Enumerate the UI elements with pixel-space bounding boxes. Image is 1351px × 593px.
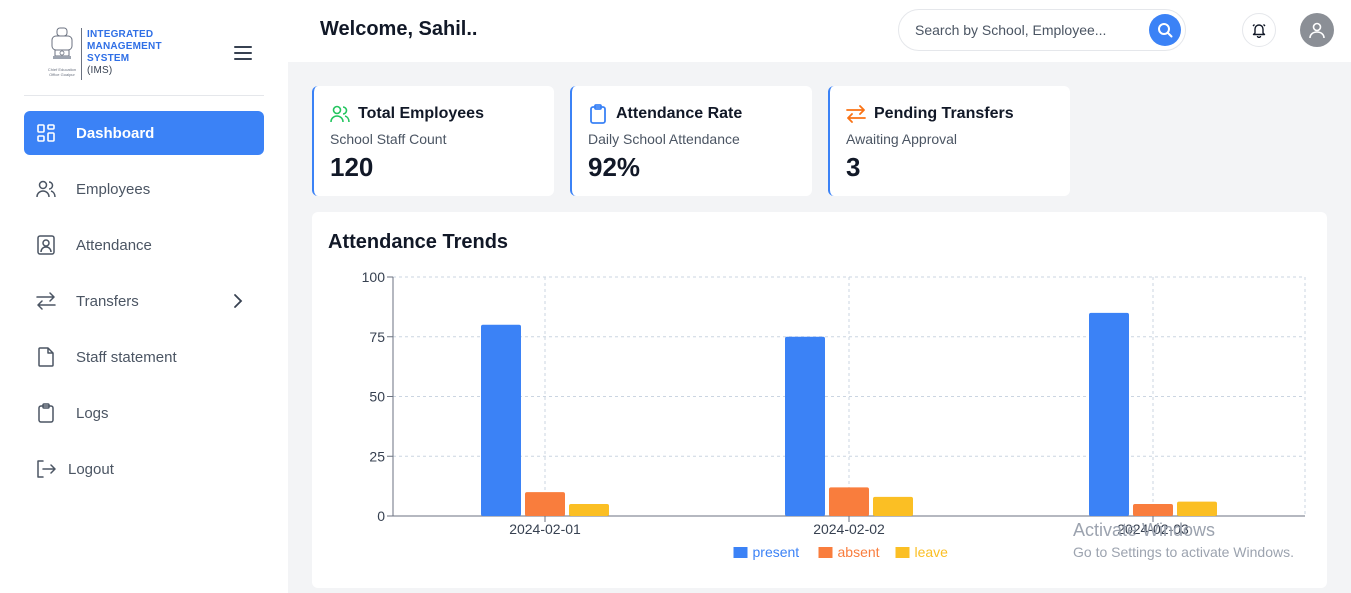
x-tick-label: 2024-02-02 [813, 521, 885, 537]
card-title: Total Employees [358, 105, 484, 122]
sidebar-item-employees[interactable]: Employees [24, 167, 264, 211]
y-tick-label: 0 [377, 508, 385, 524]
emblem-caption-2: Office Goalpur [49, 72, 75, 77]
card-value: 3 [846, 152, 861, 182]
sidebar-item-dashboard[interactable]: Dashboard [24, 111, 264, 155]
brand: Chief Education Office Goalpur INTEGRATE… [24, 14, 264, 96]
legend-label-present: present [753, 544, 800, 560]
bar-present [1089, 312, 1129, 516]
sidebar-item-logout[interactable]: Logout [24, 447, 264, 491]
brand-line-1: INTEGRATED [87, 29, 154, 40]
search-input[interactable] [915, 20, 1145, 40]
sidebar-item-label: Transfers [76, 292, 139, 310]
welcome-message: Welcome, Sahil.. [320, 18, 478, 40]
sidebar-item-label: Dashboard [76, 124, 155, 142]
card-title: Pending Transfers [874, 105, 1014, 122]
sidebar-item-transfers[interactable]: Transfers [24, 279, 264, 323]
brand-divider [81, 28, 82, 80]
legend-swatch-leave [895, 547, 910, 558]
card-subtitle: Daily School Attendance [588, 131, 740, 147]
y-tick-label: 25 [369, 448, 385, 464]
legend-swatch-present [733, 547, 748, 558]
card-subtitle: Awaiting Approval [846, 131, 958, 147]
sidebar-item-staff-statement[interactable]: Staff statement [24, 335, 264, 379]
stat-card-attendance-rate: Attendance Rate Daily School Attendance … [570, 86, 812, 196]
emblem-logo: Chief Education Office Goalpur [48, 27, 76, 77]
clipboard-icon [36, 403, 56, 423]
search-button[interactable] [1149, 14, 1181, 46]
watermark-subtitle: Go to Settings to activate Windows. [1073, 544, 1294, 560]
bar-absent [525, 492, 565, 516]
brand-line-4: (IMS) [87, 65, 113, 76]
bell-icon [1252, 24, 1266, 38]
top-header: Welcome, Sahil.. [288, 0, 1351, 62]
logout-icon [36, 459, 56, 479]
id-badge-icon [36, 235, 56, 255]
search-box [898, 9, 1186, 51]
sidebar-item-label: Logout [68, 460, 114, 478]
bar-present [481, 324, 521, 516]
sidebar-item-label: Employees [76, 180, 151, 198]
y-tick-label: 50 [369, 389, 385, 405]
watermark-title: Activate Windows [1073, 520, 1216, 540]
user-avatar[interactable] [1300, 13, 1334, 47]
sidebar-item-logs[interactable]: Logs [24, 391, 264, 435]
card-title: Attendance Rate [616, 105, 743, 122]
dashboard-grid-icon [36, 123, 56, 143]
transfer-arrows-icon [36, 291, 56, 311]
sidebar: Chief Education Office Goalpur INTEGRATE… [0, 0, 288, 593]
y-tick-label: 75 [369, 329, 385, 345]
file-icon [36, 347, 56, 367]
brand-line-2: MANAGEMENT [87, 41, 162, 52]
sidebar-nav: Dashboard Employees Attendance Transfers [24, 111, 264, 503]
activation-watermark: Activate Windows Go to Settings to activ… [1073, 520, 1294, 560]
bar-leave [569, 504, 609, 516]
users-icon [36, 179, 56, 199]
bar-leave [873, 496, 913, 516]
user-icon [1309, 22, 1325, 39]
stat-card-total-employees: Total Employees School Staff Count 120 [312, 86, 554, 196]
chevron-right-icon [234, 294, 243, 308]
bar-absent [829, 487, 869, 516]
notifications-button[interactable] [1242, 13, 1276, 47]
search-icon [1158, 23, 1173, 38]
bar-leave [1177, 501, 1217, 516]
menu-toggle-icon[interactable] [234, 46, 254, 62]
legend-swatch-absent [818, 547, 833, 558]
card-subtitle: School Staff Count [330, 131, 447, 147]
transfer-arrows-icon [846, 104, 866, 124]
users-icon [330, 104, 350, 124]
sidebar-item-label: Attendance [76, 236, 152, 254]
clipboard-icon [588, 104, 608, 124]
legend-label-absent: absent [838, 544, 880, 560]
brand-line-3: SYSTEM [87, 53, 130, 64]
legend-label-leave: leave [915, 544, 949, 560]
y-tick-label: 100 [362, 269, 386, 285]
card-value: 92% [588, 152, 641, 182]
stat-card-pending-transfers: Pending Transfers Awaiting Approval 3 [828, 86, 1070, 196]
sidebar-item-label: Logs [76, 404, 109, 422]
sidebar-item-attendance[interactable]: Attendance [24, 223, 264, 267]
x-tick-label: 2024-02-01 [509, 521, 581, 537]
brand-name: INTEGRATED MANAGEMENT SYSTEM (IMS) [87, 29, 162, 77]
card-value: 120 [330, 152, 374, 182]
sidebar-item-label: Staff statement [76, 348, 177, 366]
bar-present [785, 336, 825, 516]
bar-absent [1133, 504, 1173, 516]
